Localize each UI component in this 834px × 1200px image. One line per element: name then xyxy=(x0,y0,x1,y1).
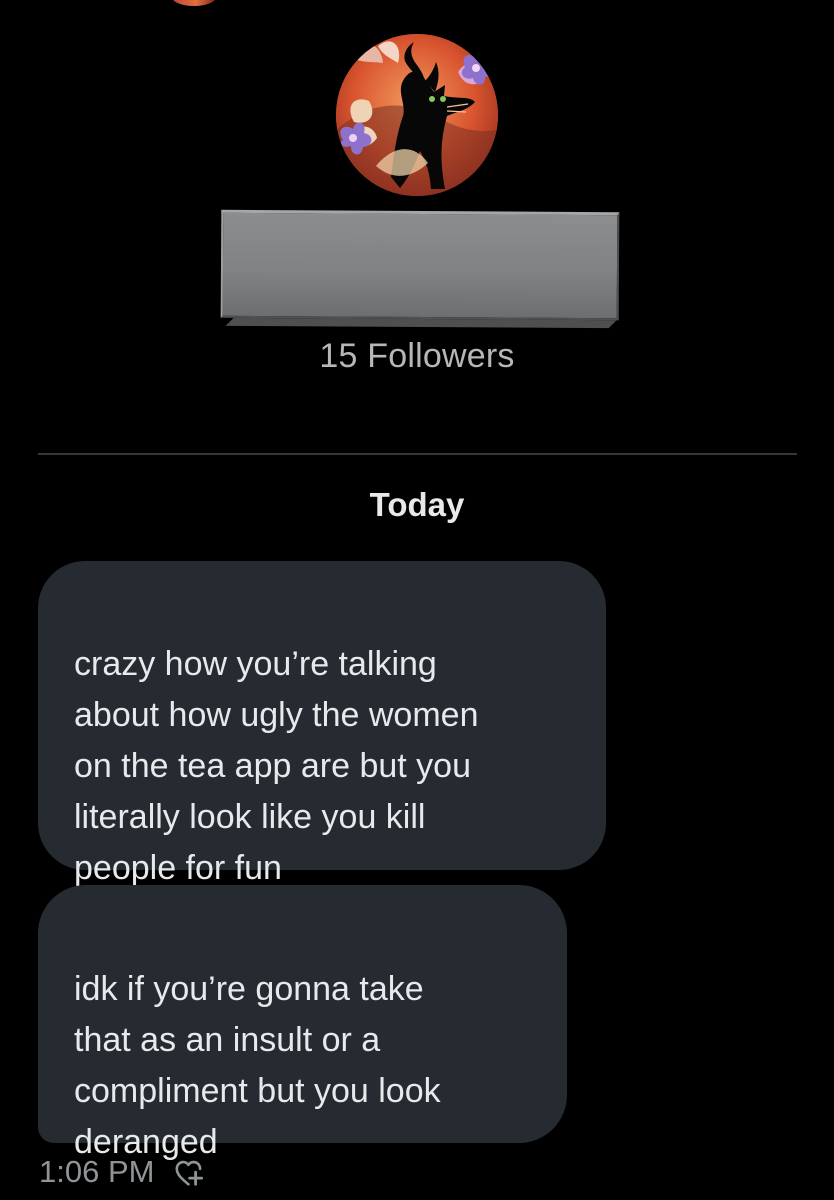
message-timestamp: 1:06 PM xyxy=(39,1154,155,1189)
redacted-profile-name xyxy=(220,209,620,321)
profile-followers-count[interactable]: 15 Followers xyxy=(0,336,834,376)
received-message-bubble[interactable]: crazy how you’re talking about how ugly … xyxy=(38,561,606,887)
conversation-date-label: Today xyxy=(369,486,465,523)
message-meta: 1:06 PM xyxy=(39,1154,209,1190)
received-message-text: idk if you’re gonna take that as an insu… xyxy=(74,970,441,1161)
black-cat-flower-painting-icon xyxy=(336,34,498,196)
profile-divider xyxy=(38,453,797,455)
partial-avatar xyxy=(172,0,216,6)
profile-avatar[interactable] xyxy=(336,34,498,196)
received-message-bubble[interactable]: idk if you’re gonna take that as an insu… xyxy=(38,885,567,1161)
received-message-text: crazy how you’re talking about how ugly … xyxy=(74,645,479,887)
heart-plus-icon xyxy=(175,1160,204,1186)
add-reaction-button[interactable] xyxy=(169,1154,209,1190)
